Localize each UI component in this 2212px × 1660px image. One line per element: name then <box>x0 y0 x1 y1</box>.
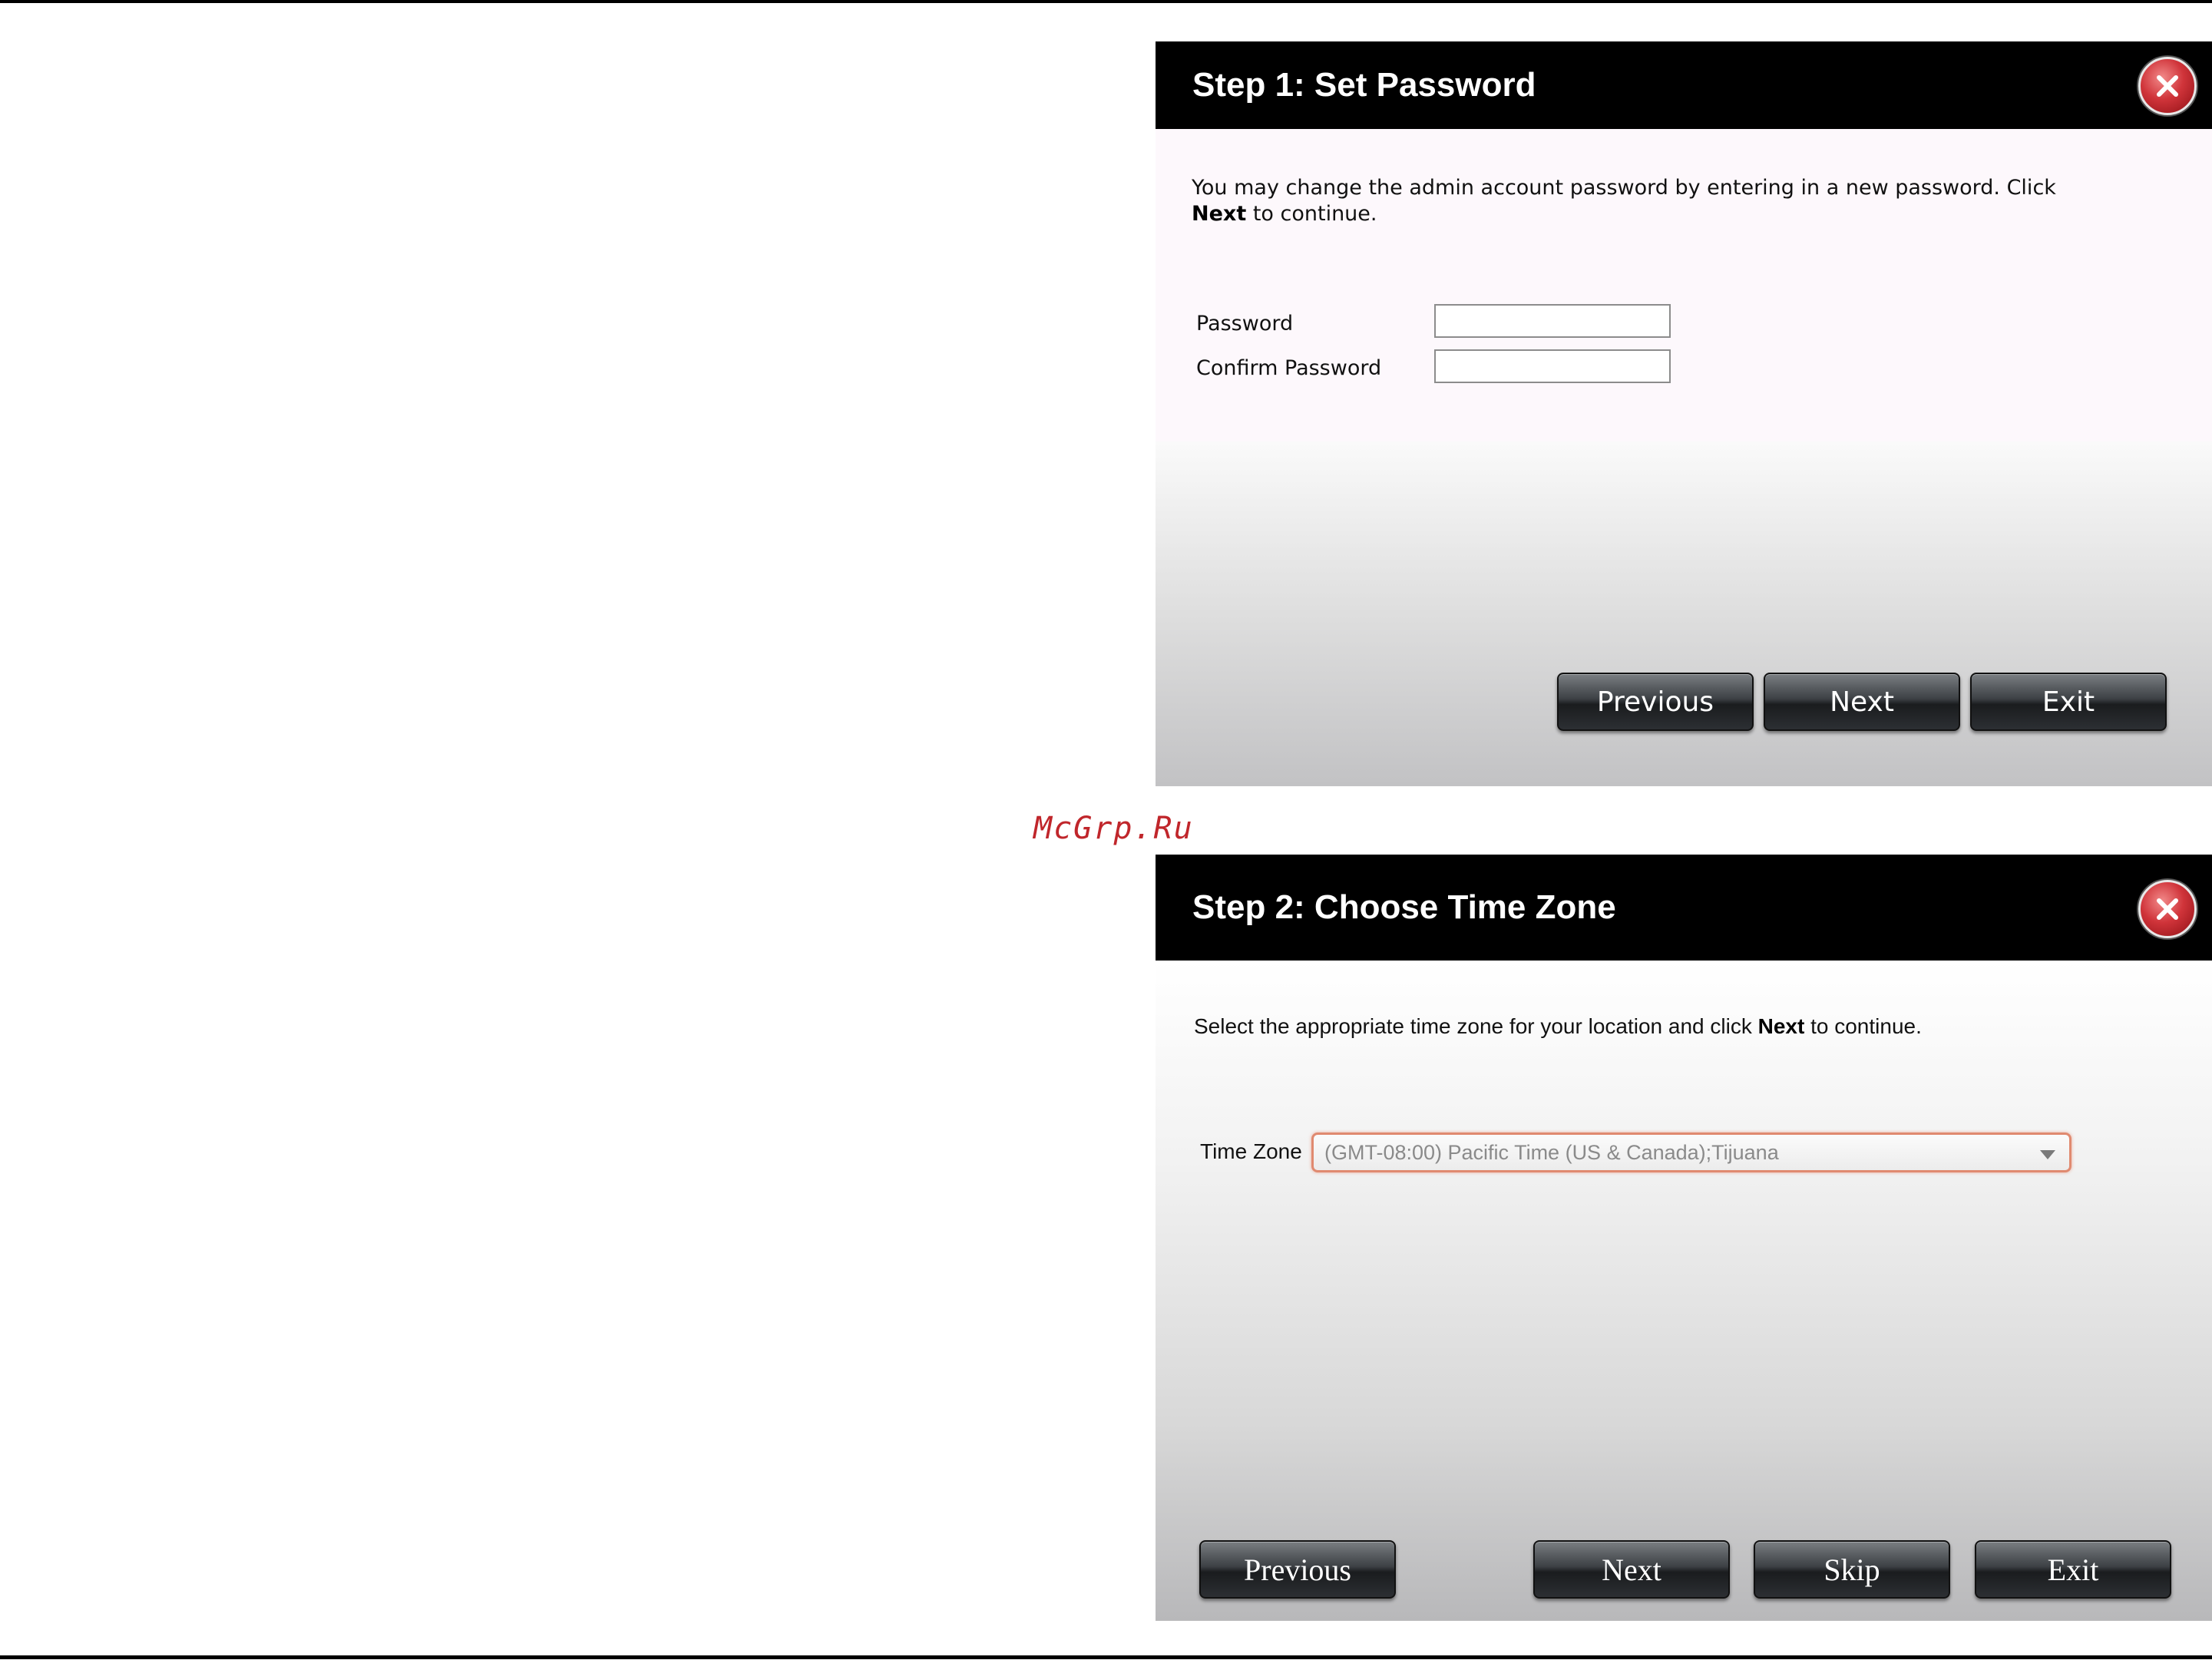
password-input[interactable] <box>1434 304 1671 338</box>
dialog-body <box>1156 961 2212 1621</box>
close-icon <box>2157 75 2178 97</box>
time-zone-label: Time Zone <box>1200 1139 1302 1163</box>
close-button[interactable] <box>2138 57 2197 115</box>
instructions-suffix: to continue. <box>1246 202 1377 226</box>
top-rule <box>0 0 2212 3</box>
skip-button[interactable]: Skip <box>1754 1540 1950 1599</box>
instructions-text: You may change the admin account passwor… <box>1192 175 2113 227</box>
dialog-title: Step 1: Set Password <box>1192 66 1536 104</box>
next-button[interactable]: Next <box>1533 1540 1730 1599</box>
instructions-bold: Next <box>1192 202 1247 226</box>
dialog-title: Step 2: Choose Time Zone <box>1192 888 1616 926</box>
dialog-titlebar: Step 2: Choose Time Zone <box>1156 855 2212 965</box>
close-button[interactable] <box>2138 880 2197 938</box>
close-icon <box>2157 898 2178 920</box>
exit-button[interactable]: Exit <box>1970 673 2167 731</box>
instructions-suffix: to continue. <box>1804 1014 1922 1038</box>
watermark-text: McGrp.Ru <box>1033 811 1194 846</box>
dialog-titlebar: Step 1: Set Password <box>1156 41 2212 134</box>
time-zone-select[interactable]: (GMT-08:00) Pacific Time (US & Canada);T… <box>1311 1133 2071 1172</box>
bottom-rule <box>0 1655 2212 1659</box>
instructions-prefix: Select the appropriate time zone for you… <box>1194 1014 1758 1038</box>
exit-button[interactable]: Exit <box>1975 1540 2171 1599</box>
password-label: Password <box>1196 312 1294 336</box>
previous-button[interactable]: Previous <box>1557 673 1754 731</box>
next-button[interactable]: Next <box>1764 673 1960 731</box>
confirm-password-input[interactable] <box>1434 349 1671 383</box>
instructions-bold: Next <box>1757 1014 1805 1038</box>
dialog-footer-area <box>1156 441 2212 786</box>
instructions-text: Select the appropriate time zone for you… <box>1194 1014 1922 1039</box>
choose-time-zone-dialog: Step 2: Choose Time Zone Select the appr… <box>1156 855 2212 1621</box>
confirm-password-label: Confirm Password <box>1196 356 1382 380</box>
instructions-prefix: You may change the admin account passwor… <box>1192 176 2056 200</box>
set-password-dialog: Step 1: Set Password You may change the … <box>1156 41 2212 786</box>
time-zone-value: (GMT-08:00) Pacific Time (US & Canada);T… <box>1324 1140 1779 1164</box>
chevron-down-icon[interactable] <box>2040 1150 2055 1159</box>
previous-button[interactable]: Previous <box>1199 1540 1396 1599</box>
